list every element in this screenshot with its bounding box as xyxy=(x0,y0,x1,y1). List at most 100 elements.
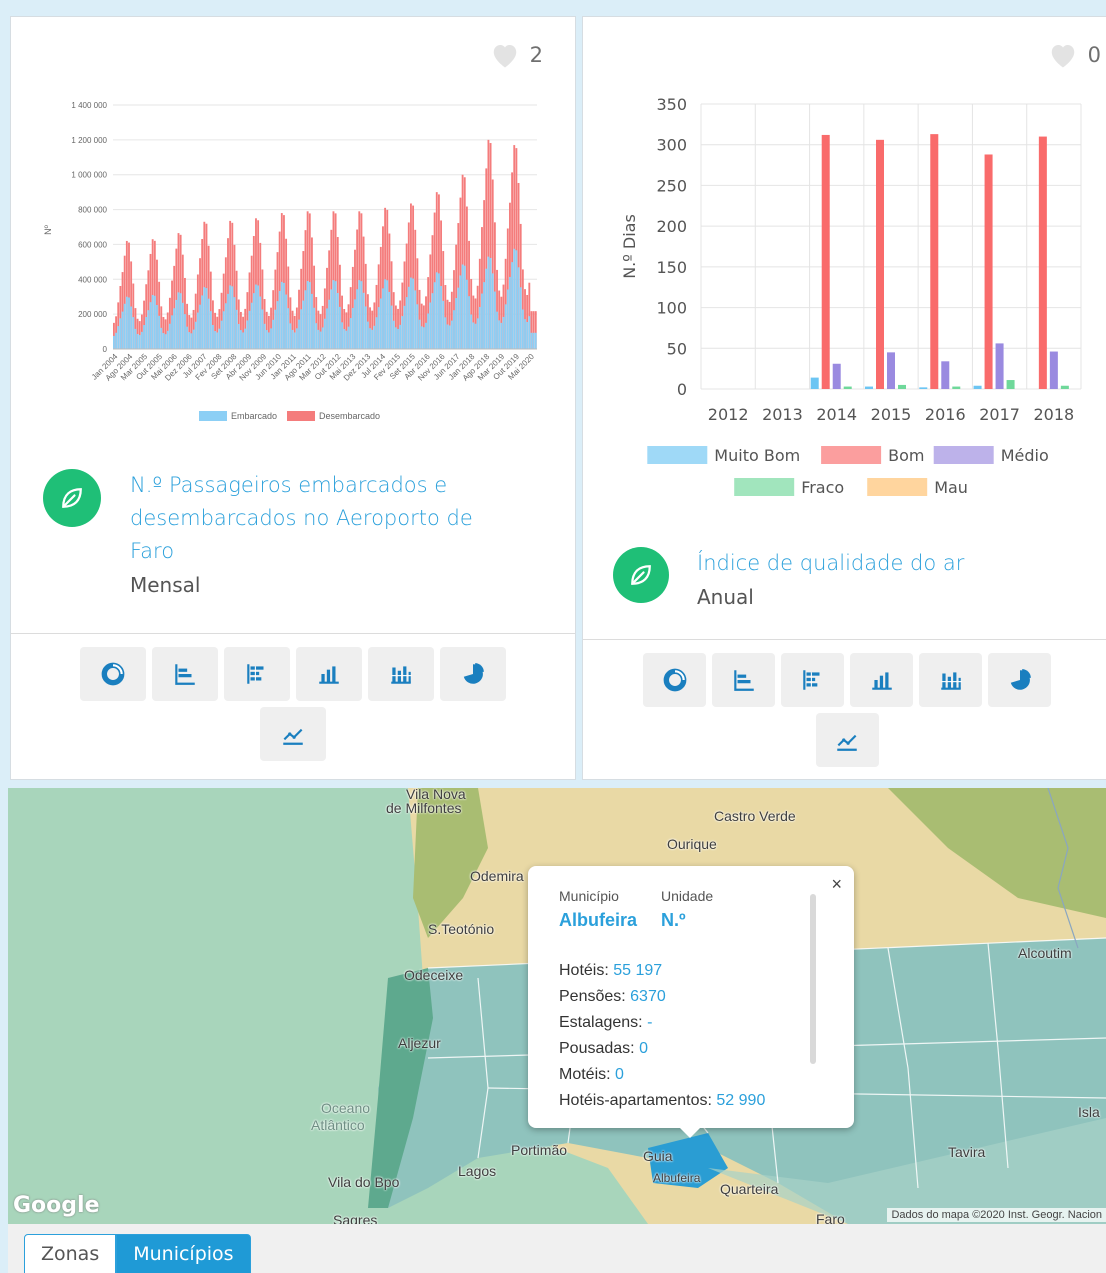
donut-chart-button[interactable] xyxy=(80,647,146,701)
bar-embarcado xyxy=(121,311,124,349)
tab-zonas[interactable]: Zonas xyxy=(24,1234,117,1273)
row-value: 0 xyxy=(615,1066,624,1083)
row-label: Pousadas: xyxy=(559,1040,640,1057)
bar-embarcado xyxy=(306,281,309,349)
popup-scrollbar[interactable] xyxy=(810,894,816,1064)
bar-embarcado xyxy=(136,333,139,349)
bar-embarcado xyxy=(405,297,408,349)
bar-embarcado xyxy=(392,320,395,349)
map-place-label: Oceano xyxy=(321,1100,371,1116)
map-place-label: Alcoutim xyxy=(1018,945,1072,961)
bar-embarcado xyxy=(132,317,135,349)
y-axis-label: N.º Dias xyxy=(620,214,639,279)
bar-médio xyxy=(887,352,895,389)
line-chart-button[interactable] xyxy=(815,713,879,767)
bar-fraco xyxy=(1006,380,1015,389)
bar-embarcado xyxy=(315,323,318,349)
stacked-horizontal-bar-button[interactable] xyxy=(781,653,844,707)
bar-embarcado xyxy=(375,317,378,349)
bar-embarcado xyxy=(506,289,509,349)
pie-chart-icon xyxy=(1010,669,1031,690)
row-value: 55 197 xyxy=(613,962,663,979)
bar-embarcado xyxy=(351,307,354,349)
indicator-title-link[interactable]: N.º Passageiros embarcados e desembarcad… xyxy=(130,469,473,568)
bar-embarcado xyxy=(261,309,264,349)
stacked-bar-chart-button[interactable] xyxy=(368,647,434,701)
map-level-bar: Zonas Municípios xyxy=(8,1224,1106,1273)
bar-embarcado xyxy=(125,296,128,349)
y-tick-label: 200 000 xyxy=(78,310,107,319)
bar-embarcado xyxy=(248,310,251,349)
close-icon[interactable]: × xyxy=(831,874,842,895)
bar-embarcado xyxy=(304,290,307,349)
stacked-horizontal-bar-button[interactable] xyxy=(224,647,290,701)
indicator-title-link[interactable]: Índice de qualidade do ar xyxy=(697,547,964,580)
leaf-icon xyxy=(631,565,651,585)
municipio-label: Município xyxy=(559,888,619,904)
bar-embarcado xyxy=(265,330,268,349)
donut-chart-icon xyxy=(663,668,686,692)
map-place-label: Albufeira xyxy=(653,1171,701,1185)
bar-embarcado xyxy=(259,296,262,349)
bar-embarcado xyxy=(280,281,283,349)
bar-embarcado xyxy=(444,317,447,349)
bar-embarcado xyxy=(530,332,533,349)
bar-embarcado xyxy=(192,329,195,349)
popup-row: Motéis: 0 xyxy=(559,1062,765,1088)
bar-embarcado xyxy=(130,306,133,349)
y-tick-label: 50 xyxy=(667,339,687,358)
bar-embarcado xyxy=(459,275,462,349)
bar-chart-icon xyxy=(319,666,339,684)
bar-bom xyxy=(930,134,939,389)
bar-embarcado xyxy=(190,333,193,349)
bar-embarcado xyxy=(317,329,320,349)
popup-value-list: Hotéis: 55 197 Pensões: 6370 Estalagens:… xyxy=(559,958,765,1114)
divider xyxy=(583,639,1106,640)
air-quality-bar-chart: 0 50 100 150 200 250 300 350 2012 2013 2014 2015 201… xyxy=(620,95,1082,497)
horizontal-bar-button[interactable] xyxy=(712,653,775,707)
donut-chart-button[interactable] xyxy=(643,653,706,707)
bar-embarcado xyxy=(433,282,436,349)
bar-embarcado xyxy=(119,318,122,349)
bar-embarcado xyxy=(194,321,197,349)
bar-embarcado xyxy=(382,288,384,349)
bar-embarcado xyxy=(356,289,359,349)
bar-chart-button[interactable] xyxy=(850,653,913,707)
bar-embarcado xyxy=(308,282,311,349)
bar-médio xyxy=(832,363,841,389)
row-label: Motéis: xyxy=(559,1066,616,1083)
municipality-map[interactable]: Vila Nova de Milfontes Castro Verde Ouri… xyxy=(8,788,1106,1224)
bar-embarcado xyxy=(496,311,498,349)
tab-municipios[interactable]: Municípios xyxy=(116,1234,251,1273)
line-chart-button[interactable] xyxy=(260,707,326,761)
map-place-label: S.Teotónio xyxy=(428,921,495,937)
bar-embarcado xyxy=(188,332,191,349)
pie-chart-button[interactable] xyxy=(440,647,506,701)
legend-swatch xyxy=(734,478,795,496)
google-logo[interactable]: Google xyxy=(13,1193,100,1218)
map-attribution[interactable]: Dados do mapa ©2020 Inst. Geogr. Nacion xyxy=(887,1208,1106,1222)
horizontal-bar-button[interactable] xyxy=(152,647,218,701)
stacked-bar-chart-button[interactable] xyxy=(919,653,982,707)
bar-embarcado xyxy=(524,319,526,349)
bar-embarcado xyxy=(336,293,339,349)
bar-embarcado xyxy=(203,287,206,349)
pie-chart-button[interactable] xyxy=(988,653,1051,707)
passengers-bar-chart: 0 200 000 400 000 600 000 800 000 1 000 000 1 … xyxy=(43,101,537,421)
bar-embarcado xyxy=(179,293,182,349)
bar-embarcado xyxy=(173,308,176,349)
x-tick-label: 2018 xyxy=(1033,405,1074,424)
bar-embarcado xyxy=(371,329,374,349)
bar-embarcado xyxy=(450,320,453,349)
bar-embarcado xyxy=(517,267,520,349)
bar-embarcado xyxy=(291,329,294,349)
x-tick-label: 2016 xyxy=(925,405,966,424)
bar-embarcado xyxy=(263,323,266,349)
bar-embarcado xyxy=(323,318,326,349)
bar-embarcado xyxy=(151,294,154,349)
bar-embarcado xyxy=(425,322,427,349)
bar-embarcado xyxy=(224,303,227,349)
bar-embarcado xyxy=(287,308,290,349)
bar-chart-button[interactable] xyxy=(296,647,362,701)
bar-embarcado xyxy=(233,297,236,349)
